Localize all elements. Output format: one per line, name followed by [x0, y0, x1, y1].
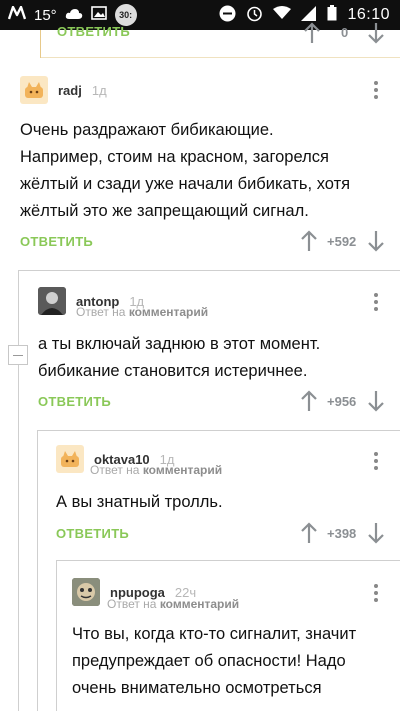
more-options-icon[interactable]: [373, 81, 379, 101]
cloud-icon: [65, 7, 83, 24]
thread-divider: [37, 430, 400, 431]
comment-text-line: Что вы, когда кто-то сигналит, значит: [72, 625, 357, 643]
upvote-arrow-icon[interactable]: [299, 390, 319, 412]
minus-circle-icon: [219, 5, 236, 26]
reply-to-link[interactable]: комментарий: [129, 305, 208, 319]
thread-line: [56, 560, 57, 711]
comment-rating: +592: [327, 234, 357, 249]
reply-to-label: Ответ на комментарий: [90, 463, 222, 477]
prev-downvote-arrow-icon[interactable]: [366, 22, 386, 44]
comment-text-line: очень внимательно осмотреться: [72, 679, 322, 697]
comment-username[interactable]: radj: [58, 83, 82, 98]
gallery-icon: [90, 6, 107, 24]
comment-text-line: предупреждает об опасности! Надо: [72, 652, 346, 670]
downvote-arrow-icon[interactable]: [366, 522, 386, 544]
downvote-arrow-icon[interactable]: [366, 390, 386, 412]
upvote-arrow-icon[interactable]: [299, 522, 319, 544]
upvote-arrow-icon[interactable]: [299, 230, 319, 252]
thread-divider: [56, 560, 400, 561]
comment-text-line: Очень раздражают бибикающие.: [20, 121, 274, 139]
more-options-icon[interactable]: [373, 293, 379, 313]
more-options-icon[interactable]: [373, 452, 379, 472]
reply-button[interactable]: ОТВЕТИТЬ: [56, 526, 129, 541]
prev-upvote-arrow-icon[interactable]: [302, 22, 322, 44]
prev-reply-button[interactable]: ОТВЕТИТЬ: [57, 24, 130, 39]
reply-to-label: Ответ на комментарий: [76, 305, 208, 319]
thread-line: [18, 270, 19, 711]
thread-divider: [18, 270, 400, 271]
comment-text: Что вы, когда кто-то сигналит, значит пр…: [72, 621, 356, 702]
reply-button[interactable]: ОТВЕТИТЬ: [20, 234, 93, 249]
comment-text-line: жёлтый это же запрещающий сигнал.: [20, 202, 309, 220]
comment-text-line: а ты включай заднюю в этот момент.: [38, 335, 321, 353]
cat-avatar-icon[interactable]: [56, 445, 84, 473]
collapse-thread-button[interactable]: [8, 345, 28, 365]
wifi-icon: [273, 6, 292, 24]
comment-header: radj 1д: [20, 76, 107, 104]
comment-text-line: Например, стоим на красном, загорелся: [20, 148, 329, 166]
calendar-badge: 30:: [114, 4, 137, 26]
reply-to-label: Ответ на комментарий: [107, 597, 239, 611]
app-m-icon: [7, 5, 27, 24]
more-options-icon[interactable]: [373, 584, 379, 604]
prev-rating: 0: [341, 25, 349, 40]
comment-text: а ты включай заднюю в этот момент. бибик…: [38, 331, 320, 385]
comment-text: Очень раздражают бибикающие. Например, с…: [20, 117, 350, 225]
comment-text-line: жёлтый и сзади уже начали бибикать, хотя: [20, 175, 351, 193]
comment-text-line: бибикание становится истеричнее.: [38, 362, 308, 380]
reply-to-prefix: Ответ на: [90, 463, 143, 477]
battery-icon: [327, 5, 337, 25]
reply-to-prefix: Ответ на: [107, 597, 160, 611]
thread-line: [37, 430, 38, 711]
photo-avatar-icon[interactable]: [72, 578, 100, 606]
photo-avatar-icon[interactable]: [38, 287, 66, 315]
comment-rating: +956: [327, 394, 357, 409]
reply-to-prefix: Ответ на: [76, 305, 129, 319]
comment-rating: +398: [327, 526, 357, 541]
downvote-arrow-icon[interactable]: [366, 230, 386, 252]
alarm-icon: [246, 5, 263, 26]
comment-text: А вы знатный тролль.: [56, 489, 223, 516]
temperature: 15°: [34, 6, 57, 24]
reply-to-link[interactable]: комментарий: [160, 597, 239, 611]
cat-avatar-icon[interactable]: [20, 76, 48, 104]
comment-age: 1д: [91, 82, 107, 98]
reply-to-link[interactable]: комментарий: [143, 463, 222, 477]
reply-button[interactable]: ОТВЕТИТЬ: [38, 394, 111, 409]
comment-text-line: А вы знатный тролль.: [56, 493, 223, 511]
